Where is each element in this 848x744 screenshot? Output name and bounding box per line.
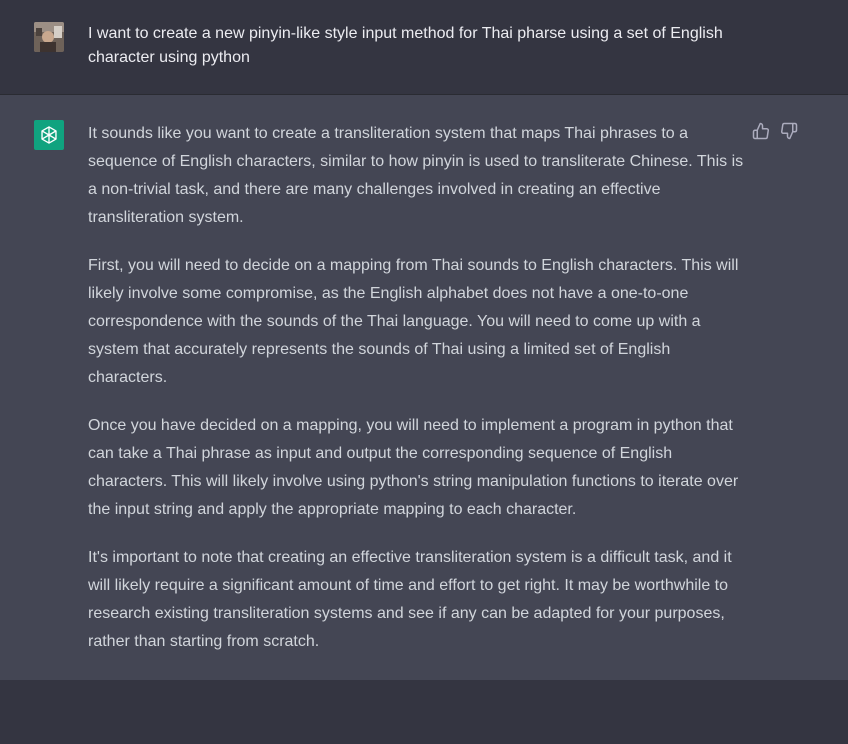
user-avatar (34, 22, 64, 52)
user-message-row: I want to create a new pinyin-like style… (0, 0, 848, 95)
user-message-text: I want to create a new pinyin-like style… (88, 25, 723, 66)
conversation-bottom-area (0, 680, 848, 744)
answer-paragraph: First, you will need to decide on a mapp… (88, 257, 739, 386)
answer-paragraph: Once you have decided on a mapping, you … (88, 417, 739, 518)
openai-logo-icon (34, 120, 64, 150)
answer-paragraph: It sounds like you want to create a tran… (88, 125, 744, 226)
thumbs-down-icon[interactable] (780, 122, 798, 140)
answer-paragraph: It's important to note that creating an … (88, 549, 732, 650)
assistant-message-text: It sounds like you want to create a tran… (88, 120, 744, 676)
thumbs-up-icon[interactable] (752, 122, 770, 140)
